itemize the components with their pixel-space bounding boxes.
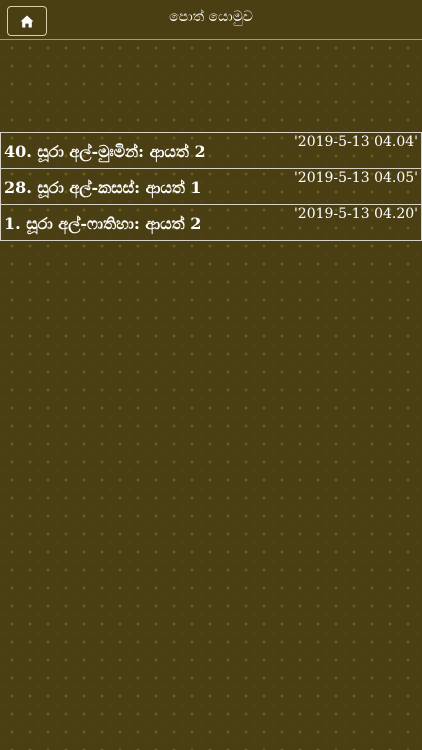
- bookmark-row[interactable]: 40. සූරා අල්-මුඃමින්: ආයත් 2 '2019-5-13 …: [0, 132, 422, 168]
- bookmark-date: '2019-5-13 04.05': [293, 170, 418, 186]
- bookmark-title: 28. සූරා අල්-කසස්: ආයත් 1: [4, 178, 202, 197]
- home-button[interactable]: [7, 6, 47, 36]
- header-bar: පොත් යොමුව: [0, 0, 422, 40]
- bookmark-date: '2019-5-13 04.04': [293, 134, 418, 150]
- bookmark-title: 40. සූරා අල්-මුඃමින්: ආයත් 2: [4, 142, 206, 161]
- page-title: පොත් යොමුව: [169, 9, 253, 25]
- bookmark-date: '2019-5-13 04.20': [293, 206, 418, 222]
- bookmark-row[interactable]: 28. සූරා අල්-කසස්: ආයත් 1 '2019-5-13 04.…: [0, 168, 422, 204]
- bookmark-list: 40. සූරා අල්-මුඃමින්: ආයත් 2 '2019-5-13 …: [0, 132, 422, 241]
- home-icon: [20, 15, 34, 28]
- bookmark-title: 1. සූරා අල්-ෆාතිහා: ආයත් 2: [4, 214, 202, 233]
- bookmark-row[interactable]: 1. සූරා අල්-ෆාතිහා: ආයත් 2 '2019-5-13 04…: [0, 204, 422, 241]
